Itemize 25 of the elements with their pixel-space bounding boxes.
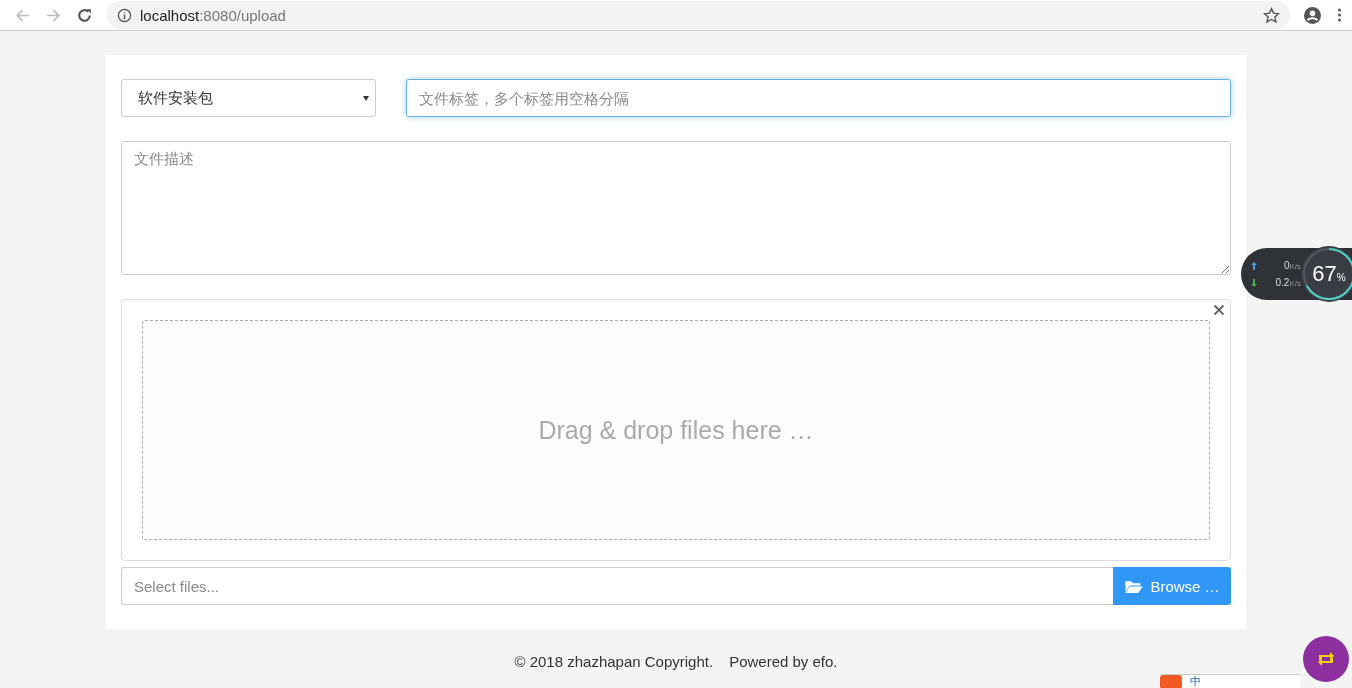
description-textarea[interactable]: 文件描述 [121,141,1231,275]
folder-icon [1124,578,1145,594]
menu-icon[interactable] [1337,7,1342,23]
ime-mode[interactable]: 中 [1190,675,1201,688]
download-rate: 0.2K/s [1251,277,1301,288]
account-icon[interactable] [1304,6,1321,24]
star-icon[interactable] [1263,6,1280,24]
info-icon [117,7,132,23]
category-select[interactable]: 软件安装包 [121,79,376,117]
upload-arrow-icon [1251,262,1257,270]
close-icon[interactable] [1213,304,1225,316]
reload-icon[interactable] [76,6,93,24]
powered-by-text: Powered by efo. [729,653,838,670]
drop-hint: Drag & drop files here … [538,415,814,445]
file-name-field[interactable]: Select files... [121,567,1113,605]
caret-icon [363,95,369,101]
float-button[interactable] [1303,636,1349,682]
upload-rate: 0K/s [1251,260,1301,271]
url-text: localhost:8080/upload [140,6,287,24]
download-arrow-icon [1251,279,1257,287]
copyright-text: © 2018 zhazhapan Copyright. [514,653,714,670]
repeat-icon [1316,651,1336,667]
tags-input[interactable]: 文件标签，多个标签用空格分隔 [406,79,1231,117]
address-bar[interactable]: localhost:8080/upload [107,1,1290,29]
usage-gauge: 67% [1301,246,1352,302]
